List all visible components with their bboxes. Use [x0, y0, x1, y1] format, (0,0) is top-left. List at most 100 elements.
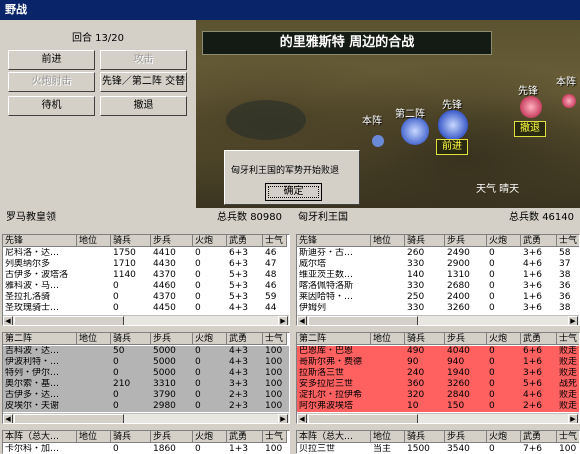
table-row[interactable]: 哥斯尔弗・费德 90 940 0 1+6 败走	[297, 357, 579, 368]
table-row[interactable]: 拉斯洛三世 240 1940 0 3+6 败走	[297, 368, 579, 379]
cell-value	[371, 346, 405, 356]
cell-value	[77, 248, 111, 258]
table-row[interactable]: 雅科波・马… 0 4460 0 5+3 46	[3, 281, 289, 292]
table-row[interactable]: 吉科波・达… 50 5000 0 4+3 100	[3, 346, 289, 357]
table-row[interactable]: 圣玫瑰骑士… 0 4450 0 4+3 44	[3, 303, 289, 314]
table-row[interactable]: 斯迪芬・古… 260 2490 0 3+6 58	[297, 248, 579, 259]
table-row[interactable]: 巴恩库・巴恩 490 4040 0 6+6 败走	[297, 346, 579, 357]
cell-value	[371, 259, 405, 269]
column-header: 武勇	[227, 431, 263, 443]
commander-name: 古伊多・波塔洛	[5, 270, 69, 280]
cell-value: 260	[407, 248, 425, 258]
cell-value: 2680	[447, 281, 470, 291]
cell-value: 0	[489, 390, 495, 400]
table-row[interactable]: 维亚茨王数… 140 1310 0 1+6 38	[297, 270, 579, 281]
vanguard-swap-button[interactable]: 先锋／第二阵 交替	[100, 72, 187, 92]
artillery-button[interactable]: 火炮射击	[8, 72, 95, 92]
cell-value: 1860	[153, 444, 176, 454]
table-row[interactable]: 淀扎尔・拉伊希 320 2840 0 4+6 败走	[297, 390, 579, 401]
left-vanguard-table[interactable]: 先锋 地位 骑兵 步兵 火炮 武勇 士气 尼科洛・达… 1750 4410 0 6+3 46 列奥纳尔多 1…	[2, 234, 290, 326]
scroll-left-icon[interactable]: ◀	[297, 316, 307, 325]
table-row[interactable]: 伊姆列 330 3260 0 3+6 38	[297, 303, 579, 314]
cell-value	[77, 390, 111, 400]
column-header: 火炮	[193, 431, 227, 443]
table-row[interactable]: 特列・伊尔… 0 5000 0 4+3 100	[3, 368, 289, 379]
right-second-table[interactable]: 第二阵 地位 骑兵 步兵 火炮 武勇 士气 巴恩库・巴恩 490 4040 0 6+6 败走 哥斯尔弗・费…	[296, 332, 580, 424]
table-row[interactable]: 阿尔弗波埃塔 10 150 0 2+6 败走	[297, 401, 579, 412]
cell-value: 37	[559, 259, 571, 269]
commander-name: 斯迪芬・古…	[299, 248, 354, 258]
second-label: 第二阵	[395, 109, 425, 120]
table-row[interactable]: 莱因哈特・… 250 2400 0 1+6 36	[297, 292, 579, 303]
table-row[interactable]: 奥尔索・基… 210 3310 0 3+3 100	[3, 379, 289, 390]
cell-value: 0	[489, 259, 495, 269]
table-row[interactable]: 皮埃尔・夫谢 0 2980 0 2+3 100	[3, 401, 289, 412]
left-second-table[interactable]: 第二阵 地位 骑兵 步兵 火炮 武勇 士气 吉科波・达… 50 5000 0 4+3 100 伊波利特・……	[2, 332, 290, 424]
notice-dialog: 匈牙利王国的军势开始败退 确定	[224, 150, 360, 205]
cell-value: 败走	[559, 357, 578, 367]
scroll-right-icon[interactable]: ▶	[278, 316, 288, 325]
cell-value	[77, 303, 111, 313]
table-row[interactable]: 卡尔科・加… 0 1860 0 1+3 100	[3, 444, 289, 454]
left-hq-table[interactable]: 本阵（总大… 地位 骑兵 步兵 火炮 武勇 士气 卡尔科・加… 0 1860 0 1+3 100	[2, 430, 290, 454]
cell-value: 0	[113, 292, 119, 302]
table-row[interactable]: 古伊多・达… 0 3790 0 2+3 100	[3, 390, 289, 401]
table-header: 本阵（总大… 地位 骑兵 步兵 火炮 武勇 士气	[297, 431, 579, 443]
right-side-header: 匈牙利王国 总兵数 46140	[298, 208, 580, 228]
cell-value: 6+3	[229, 248, 248, 258]
column-header: 地位	[371, 235, 405, 247]
cell-value: 210	[113, 379, 131, 389]
cell-value: 50	[113, 346, 125, 356]
table-row[interactable]: 安多拉尼三世 360 3260 0 5+6 战死	[297, 379, 579, 390]
horizontal-scrollbar[interactable]: ◀ ▶	[3, 413, 289, 423]
cell-value: 0	[489, 357, 495, 367]
horizontal-scrollbar[interactable]: ◀ ▶	[297, 315, 579, 325]
standby-button[interactable]: 待机	[8, 96, 95, 116]
scroll-left-icon[interactable]: ◀	[3, 414, 13, 423]
column-header: 士气	[263, 431, 287, 443]
scroll-thumb[interactable]	[308, 414, 418, 423]
ok-button[interactable]: 确定	[265, 183, 322, 201]
column-header: 地位	[77, 235, 111, 247]
scroll-left-icon[interactable]: ◀	[3, 316, 13, 325]
commander-name: 卡尔科・加…	[5, 444, 60, 454]
table-row[interactable]: 列奥纳尔多 1710 4430 0 6+3 47	[3, 259, 289, 270]
table-row[interactable]: 尼科洛・达… 1750 4410 0 6+3 46	[3, 248, 289, 259]
scroll-left-icon[interactable]: ◀	[297, 414, 307, 423]
cell-value: 1+3	[229, 444, 248, 454]
table-row[interactable]: 伊波利特・… 0 5000 0 4+3 100	[3, 357, 289, 368]
column-header: 地位	[77, 431, 111, 443]
cell-value: 3260	[447, 379, 470, 389]
advance-button[interactable]: 前进	[8, 50, 95, 70]
table-row[interactable]: 威尔塔 330 2900 0 4+6 37	[297, 259, 579, 270]
attack-button[interactable]: 攻击	[100, 50, 187, 70]
table-row[interactable]: 贝拉三世 当主 1500 3540 0 7+6 100	[297, 444, 579, 453]
right-vanguard-table[interactable]: 先锋 地位 骑兵 步兵 火炮 武勇 士气 斯迪芬・古… 260 2490 0 3+6 58 威尔塔 330 2…	[296, 234, 580, 326]
right-side-total: 总兵数 46140	[509, 208, 574, 228]
scroll-right-icon[interactable]: ▶	[568, 316, 578, 325]
scroll-thumb[interactable]	[14, 414, 124, 423]
scroll-right-icon[interactable]: ▶	[278, 414, 288, 423]
scroll-thumb[interactable]	[308, 316, 418, 325]
cell-value	[77, 368, 111, 378]
cell-value	[371, 303, 405, 313]
cell-value: 0	[195, 292, 201, 302]
cell-value: 0	[489, 379, 495, 389]
cell-value: 败走	[559, 346, 578, 356]
cell-value: 1940	[447, 368, 470, 378]
command-panel: 回合 13/20 前进 攻击 火炮射击 先锋／第二阵 交替 待机 撤退	[0, 20, 196, 208]
retreat-button[interactable]: 撤退	[100, 96, 187, 116]
table-row[interactable]: 喀洛佩特洛斯 330 2680 0 3+6 36	[297, 281, 579, 292]
horizontal-scrollbar[interactable]: ◀ ▶	[297, 413, 579, 423]
table-row[interactable]: 圣拉扎洛骑 0 4370 0 5+3 59	[3, 292, 289, 303]
cell-value: 38	[559, 270, 571, 280]
table-row[interactable]: 古伊多・波塔洛 1140 4370 0 5+3 48	[3, 270, 289, 281]
scroll-thumb[interactable]	[14, 316, 124, 325]
scroll-right-icon[interactable]: ▶	[568, 414, 578, 423]
commander-name: 阿尔弗波埃塔	[299, 401, 354, 411]
right-hq-table[interactable]: 本阵（总大… 地位 骑兵 步兵 火炮 武勇 士气 贝拉三世 当主 1500 3540 0 7+6 100	[296, 430, 580, 454]
cell-value: 5000	[153, 368, 176, 378]
cell-value: 3+6	[523, 368, 542, 378]
horizontal-scrollbar[interactable]: ◀ ▶	[3, 315, 289, 325]
commander-name: 皮埃尔・夫谢	[5, 401, 60, 411]
